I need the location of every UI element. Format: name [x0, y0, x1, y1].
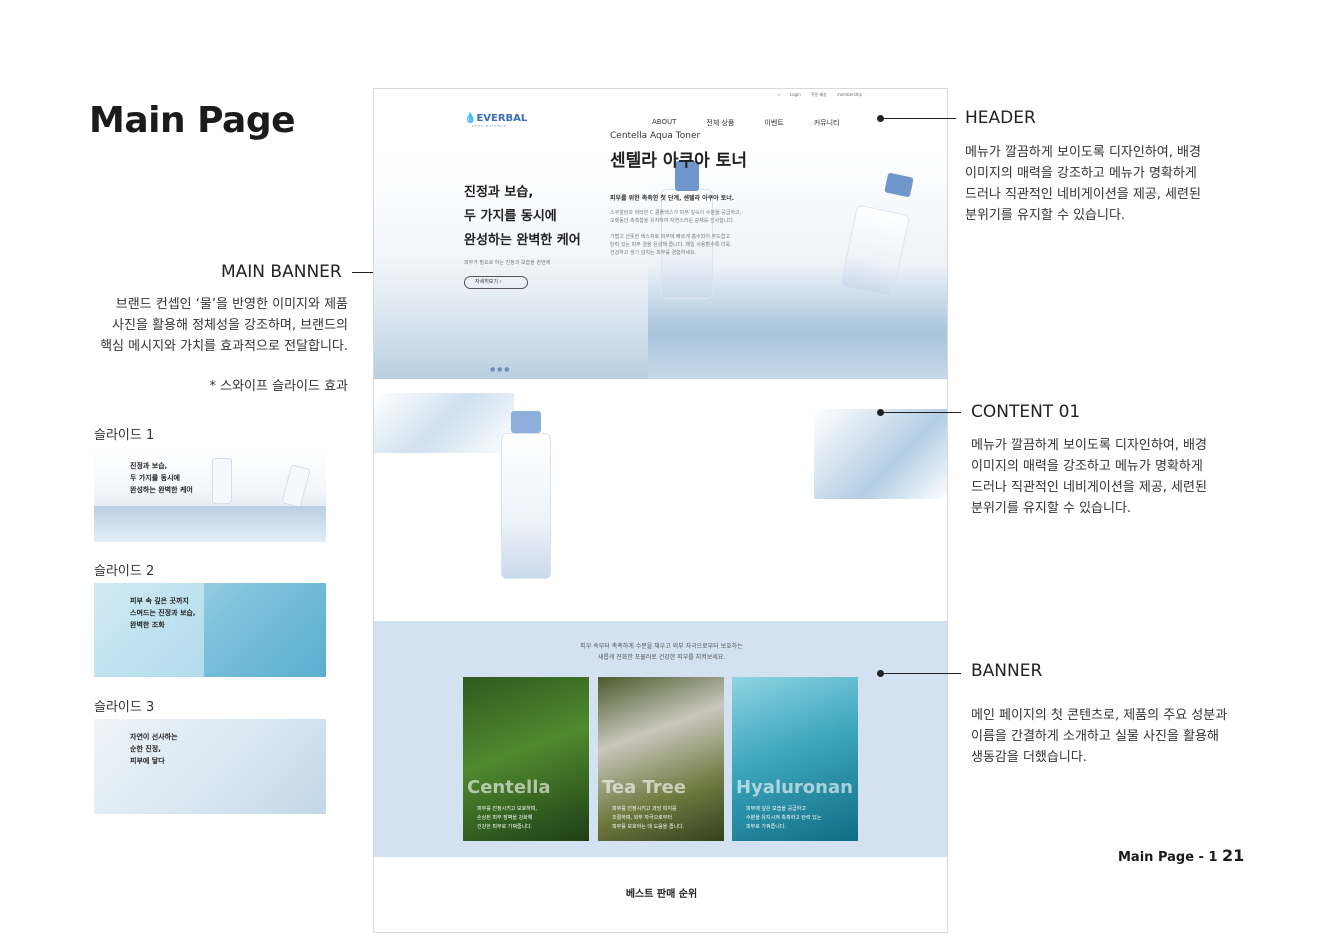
bottle-image — [281, 464, 311, 508]
brand-logo[interactable]: 💧EVERBAL — [464, 113, 527, 124]
banner-intro: 피부 속부터 촉촉하게 수분을 채우고 외부 자극으로부터 보호하는 새롭게 진… — [580, 643, 743, 661]
product-name-en: Centella Aqua Toner — [610, 131, 701, 141]
order-link[interactable]: 주문 배송 — [811, 92, 827, 98]
content01-annotation-body: 메뉴가 깔끔하게 보이도록 디자인하여, 배경 이미지의 매력을 강조하고 메뉴… — [971, 438, 1207, 516]
utility-bar: ⌕ Login 주문 배송 membership — [778, 92, 862, 98]
slide-3-label: 슬라이드 3 — [94, 700, 155, 715]
slide-2-thumbnail[interactable]: 피부 속 깊은 곳까지 스며드는 진정과 보습, 완벽한 조화 — [94, 583, 326, 677]
product-name-kr: 센텔라 아쿠아 토너 — [610, 151, 747, 171]
best-sellers-heading: 베스트 판매 순위 — [625, 889, 698, 900]
ingredient-banner: 피부 속부터 촉촉하게 수분을 채우고 외부 자극으로부터 보호하는 새롭게 진… — [374, 621, 947, 857]
chevron-right-icon: › — [499, 279, 502, 285]
nav-item-community[interactable]: 커뮤니티 — [814, 118, 840, 128]
water-wave-image — [94, 506, 326, 542]
header-connector — [881, 118, 956, 119]
membership-link[interactable]: membership — [837, 92, 862, 98]
drop-icon: 💧 — [464, 113, 477, 124]
website-mockup: ⌕ Login 주문 배송 membership 💧EVERBAL DEEP B… — [373, 88, 948, 933]
slide-pagination[interactable]: ● ● ● — [490, 366, 510, 373]
bottle-image — [212, 458, 232, 504]
main-banner-annotation-body: 브랜드 컨셉인 ‘물’을 반영한 이미지와 제품 사진을 활용해 정체성을 강조… — [100, 297, 348, 354]
banner-annotation-body: 메인 페이지의 첫 콘텐츠로, 제품의 주요 성분과 이름을 간결하게 소개하고… — [971, 708, 1228, 765]
content-01 — [374, 379, 947, 619]
nav-item-events[interactable]: 이벤트 — [764, 118, 783, 128]
product-tagline: 피부를 위한 촉촉한 첫 단계, 센텔라 아쿠아 토너. — [610, 195, 735, 202]
ingredient-card-centella[interactable]: Centella 피부를 진정시키고 보호하며, 손상된 피부 장벽을 강화해 … — [463, 677, 589, 841]
hero-more-button[interactable]: 자세히보기 › — [464, 276, 528, 289]
nav-item-products[interactable]: 전체 상품 — [706, 118, 734, 128]
page-number: Main Page - 1 21 — [1118, 846, 1245, 865]
ingredient-card-tea-tree[interactable]: Tea Tree 피부를 진정시키고 과잉 피지를 조절하며, 외부 자극으로부… — [598, 677, 724, 841]
logo-tagline: DEEP BALANCE — [472, 124, 508, 128]
search-icon[interactable]: ⌕ — [778, 92, 780, 98]
page-title: Main Page — [89, 100, 296, 141]
nav-item-about[interactable]: ABOUT — [652, 118, 676, 128]
hero-headline: 진정과 보습, 두 가지를 동시에 완성하는 완벽한 케어 — [464, 185, 581, 248]
header-annotation-body: 메뉴가 깔끔하게 보이도록 디자인하여, 배경 이미지의 매력을 강조하고 메뉴… — [965, 145, 1201, 223]
content01-connector — [881, 412, 961, 413]
product-desc-2: 가볍고 산뜻한 텍스처로 피부에 빠르게 흡수되어 부드럽고 탄력 있는 피부 … — [610, 234, 731, 256]
content01-annotation-title: CONTENT 01 — [971, 402, 1081, 422]
swipe-note: * 스와이프 슬라이드 효과 — [209, 379, 349, 394]
slide-3-thumbnail[interactable]: 자연이 선사하는 순한 진정, 피부에 닿다 — [94, 719, 326, 814]
slide-2-label: 슬라이드 2 — [94, 564, 155, 579]
main-banner — [374, 149, 947, 379]
hero-subtext: 피부가 필요로 하는 진정과 보습을 한번에 — [464, 260, 551, 266]
main-nav: ABOUT 전체 상품 이벤트 커뮤니티 — [652, 118, 839, 128]
water-splash-image — [374, 393, 514, 453]
main-banner-annotation-title: MAIN BANNER — [221, 262, 342, 282]
water-splash-image — [814, 409, 947, 499]
toner-bottle-image — [501, 433, 551, 579]
product-desc-1: 스쿠알란과 비타민 C 콤플렉스가 피부 깊숙이 수분을 공급하고, 오랫동안 … — [610, 210, 742, 224]
slide-1-label: 슬라이드 1 — [94, 428, 155, 443]
login-link[interactable]: Login — [790, 92, 801, 98]
banner-connector — [881, 673, 961, 674]
banner-annotation-title: BANNER — [971, 661, 1043, 681]
header-annotation-title: HEADER — [965, 108, 1036, 128]
slide-1-thumbnail[interactable]: 진정과 보습, 두 가지를 동시에 완성하는 완벽한 케어 — [94, 448, 326, 542]
ingredient-card-hyaluronan[interactable]: Hyaluronan 피부에 깊은 보습을 공급하고 수분을 유지시켜 촉촉하고… — [732, 677, 858, 841]
